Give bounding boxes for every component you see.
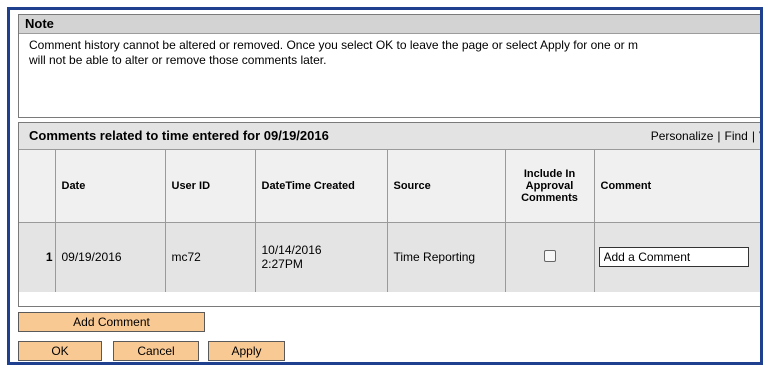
row-comment-cell (594, 222, 760, 292)
column-header-include-approval: Include In Approval Comments (505, 150, 595, 223)
column-header-comment: Comment (594, 150, 760, 223)
include-approval-checkbox[interactable] (543, 249, 556, 262)
row-number: 1 (19, 222, 56, 292)
row-datetime-created: 10/14/2016 2:27PM (255, 222, 388, 292)
note-box: Note Comment history cannot be altered o… (18, 14, 760, 118)
view-all-link[interactable]: V (759, 129, 760, 143)
link-separator: | (751, 129, 755, 143)
column-header-datetime-created: DateTime Created (255, 150, 388, 223)
note-line-2: will not be able to alter or remove thos… (29, 53, 327, 67)
include-header-line-1: Include In (523, 167, 576, 180)
comment-input[interactable] (598, 247, 749, 268)
row-date: 09/19/2016 (55, 222, 166, 292)
link-separator: | (717, 129, 721, 143)
note-line-1: Comment history cannot be altered or rem… (29, 38, 638, 52)
apply-button[interactable]: Apply (208, 341, 285, 361)
comments-dialog: Note Comment history cannot be altered o… (7, 7, 763, 365)
row-datetime-date: 10/14/2016 (261, 243, 322, 258)
column-header-user-id: User ID (165, 150, 256, 223)
find-link[interactable]: Find (725, 129, 748, 143)
cancel-button[interactable]: Cancel (113, 341, 199, 361)
row-user-id: mc72 (165, 222, 256, 292)
include-header-line-3: Comments (521, 191, 578, 204)
include-header-line-2: Approval (525, 179, 574, 192)
column-header-rownum (19, 150, 56, 223)
grid-toolbar-links: Personalize|Find|V (651, 123, 760, 149)
table-header-row: Date User ID DateTime Created Source Inc… (19, 150, 760, 223)
row-source: Time Reporting (387, 222, 506, 292)
row-include-cell (505, 222, 595, 292)
note-message: Comment history cannot be altered or rem… (19, 34, 760, 68)
table-row: 1 09/19/2016 mc72 10/14/2016 2:27PM Time… (19, 222, 760, 292)
grid-title: Comments related to time entered for 09/… (29, 128, 329, 143)
comments-grid: Comments related to time entered for 09/… (18, 122, 760, 307)
comments-table: Date User ID DateTime Created Source Inc… (19, 150, 760, 292)
row-datetime-time: 2:27PM (261, 257, 303, 272)
ok-button[interactable]: OK (18, 341, 102, 361)
column-header-date: Date (55, 150, 166, 223)
add-comment-button[interactable]: Add Comment (18, 312, 205, 332)
personalize-link[interactable]: Personalize (651, 129, 714, 143)
column-header-source: Source (387, 150, 506, 223)
grid-title-bar: Comments related to time entered for 09/… (19, 123, 760, 150)
note-title: Note (19, 15, 760, 34)
